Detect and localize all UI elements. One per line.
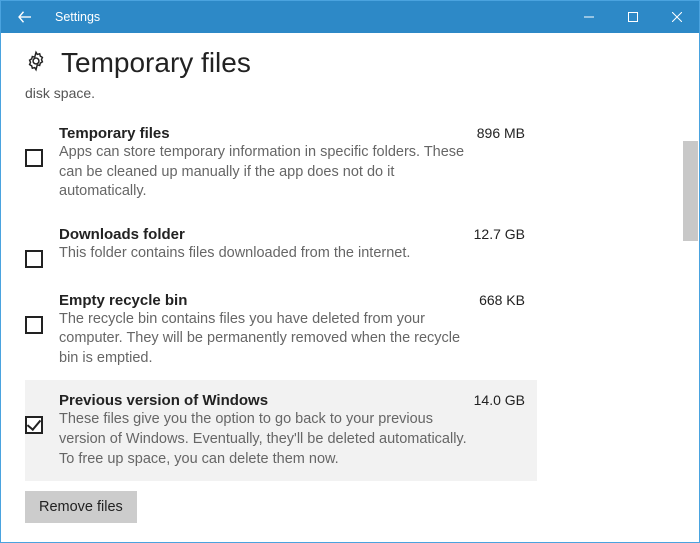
item-desc: This folder contains files downloaded fr…	[59, 244, 469, 264]
page-header: Temporary files	[1, 33, 699, 85]
item-empty-recycle-bin[interactable]: Empty recycle bin 668 KB The recycle bin…	[25, 280, 537, 381]
item-size: 14.0 GB	[474, 392, 525, 408]
scrollbar-thumb[interactable]	[683, 141, 698, 241]
remove-files-button[interactable]: Remove files	[25, 491, 137, 523]
item-title: Empty recycle bin	[59, 292, 187, 309]
truncated-text: disk space.	[1, 85, 699, 107]
window-controls	[567, 1, 699, 33]
item-downloads-folder[interactable]: Downloads folder 12.7 GB This folder con…	[25, 214, 537, 280]
item-title: Downloads folder	[59, 226, 185, 243]
window-title: Settings	[55, 10, 100, 24]
item-title: Temporary files	[59, 125, 170, 142]
action-row: Remove files	[1, 481, 699, 523]
item-size: 896 MB	[477, 125, 525, 141]
close-button[interactable]	[655, 1, 699, 33]
item-temporary-files[interactable]: Temporary files 896 MB Apps can store te…	[25, 113, 537, 214]
titlebar: Settings	[1, 1, 699, 33]
checkbox-empty-recycle-bin[interactable]	[25, 316, 43, 334]
item-size: 668 KB	[479, 292, 525, 308]
item-desc: The recycle bin contains files you have …	[59, 310, 469, 369]
item-title: Previous version of Windows	[59, 392, 268, 409]
checkbox-temporary-files[interactable]	[25, 149, 43, 167]
back-button[interactable]	[1, 1, 49, 33]
maximize-button[interactable]	[611, 1, 655, 33]
checkbox-previous-windows[interactable]	[25, 416, 43, 434]
checkbox-downloads-folder[interactable]	[25, 250, 43, 268]
item-size: 12.7 GB	[474, 226, 525, 242]
settings-window: Settings Temporary files disk space.	[0, 0, 700, 543]
page-title: Temporary files	[61, 47, 251, 79]
gear-icon	[25, 50, 47, 77]
minimize-button[interactable]	[567, 1, 611, 33]
storage-items-list: Temporary files 896 MB Apps can store te…	[1, 107, 561, 481]
item-desc: Apps can store temporary information in …	[59, 143, 469, 202]
item-desc: These files give you the option to go ba…	[59, 410, 469, 469]
item-previous-windows[interactable]: Previous version of Windows 14.0 GB Thes…	[25, 380, 537, 481]
